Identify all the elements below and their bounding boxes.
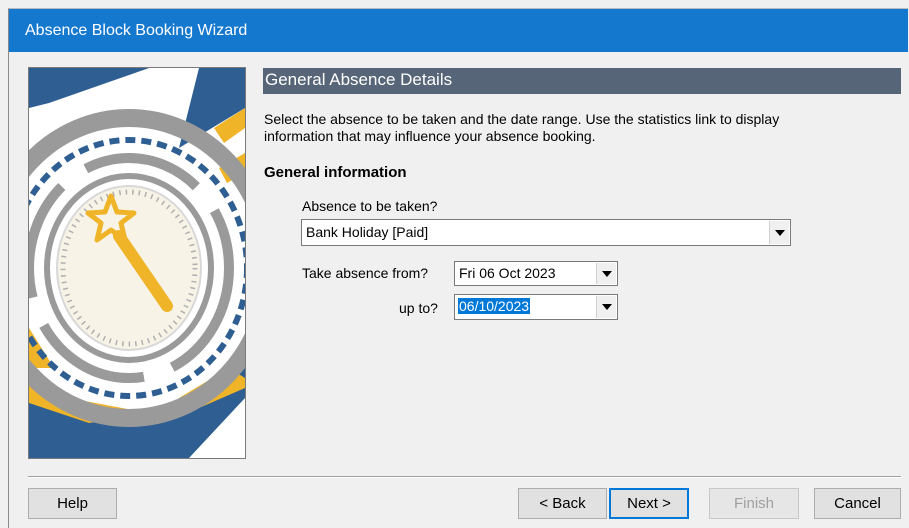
title-bar: Absence Block Booking Wizard <box>9 9 908 52</box>
wizard-window: Absence Block Booking Wizard General Abs… <box>8 8 908 528</box>
absence-from-value: Fri 06 Oct 2023 <box>459 265 556 281</box>
finish-button[interactable]: Finish <box>709 488 799 519</box>
wizard-illustration <box>28 67 246 459</box>
absence-upto-value[interactable]: 06/10/2023 <box>458 298 531 314</box>
absence-type-value: Bank Holiday [Paid] <box>306 224 429 240</box>
absence-type-select[interactable]: Bank Holiday [Paid] <box>301 219 791 246</box>
chevron-down-icon[interactable] <box>769 221 789 244</box>
absence-upto-date-picker[interactable]: 06/10/2023 <box>454 294 618 320</box>
cancel-button[interactable]: Cancel <box>814 488 901 519</box>
absence-upto-label: up to? <box>399 300 438 316</box>
section-title: General Absence Details <box>265 70 453 89</box>
general-info-heading: General information <box>264 164 407 181</box>
intro-line-1: Select the absence to be taken and the d… <box>264 111 780 127</box>
window-title: Absence Block Booking Wizard <box>25 22 248 39</box>
back-button[interactable]: < Back <box>518 488 607 519</box>
wand-dial-icon <box>29 68 245 458</box>
absence-from-date-picker[interactable]: Fri 06 Oct 2023 <box>454 261 618 286</box>
help-button[interactable]: Help <box>28 488 117 519</box>
section-header: General Absence Details <box>263 68 901 94</box>
chevron-down-icon[interactable] <box>596 263 616 284</box>
footer-divider <box>28 476 901 478</box>
absence-from-label: Take absence from? <box>302 265 429 281</box>
absence-type-label: Absence to be taken? <box>302 198 438 214</box>
chevron-down-icon[interactable] <box>596 296 616 318</box>
intro-line-2: information that may influence your abse… <box>264 128 596 144</box>
intro-text: Select the absence to be taken and the d… <box>264 111 894 145</box>
next-button[interactable]: Next > <box>609 488 689 519</box>
